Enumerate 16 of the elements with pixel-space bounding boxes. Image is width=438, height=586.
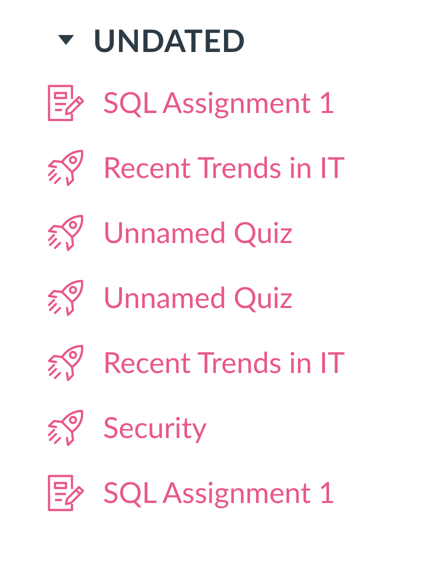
rocket-icon: [46, 278, 86, 318]
section-heading: UNDATED: [93, 20, 246, 61]
rocket-icon: [46, 408, 86, 448]
document-pencil-icon: [46, 473, 86, 513]
rocket-icon: [46, 343, 86, 383]
item-link[interactable]: SQL Assignment 1: [103, 471, 336, 515]
document-pencil-icon: [46, 83, 86, 123]
caret-down-icon[interactable]: [58, 34, 74, 46]
item-link[interactable]: Unnamed Quiz: [103, 276, 293, 320]
item-link[interactable]: SQL Assignment 1: [103, 81, 336, 125]
rocket-icon: [46, 213, 86, 253]
item-link[interactable]: Recent Trends in IT: [103, 341, 345, 385]
item-link[interactable]: Unnamed Quiz: [103, 211, 293, 255]
item-link[interactable]: Recent Trends in IT: [103, 146, 345, 190]
item-link[interactable]: Security: [103, 406, 207, 450]
rocket-icon: [46, 148, 86, 188]
